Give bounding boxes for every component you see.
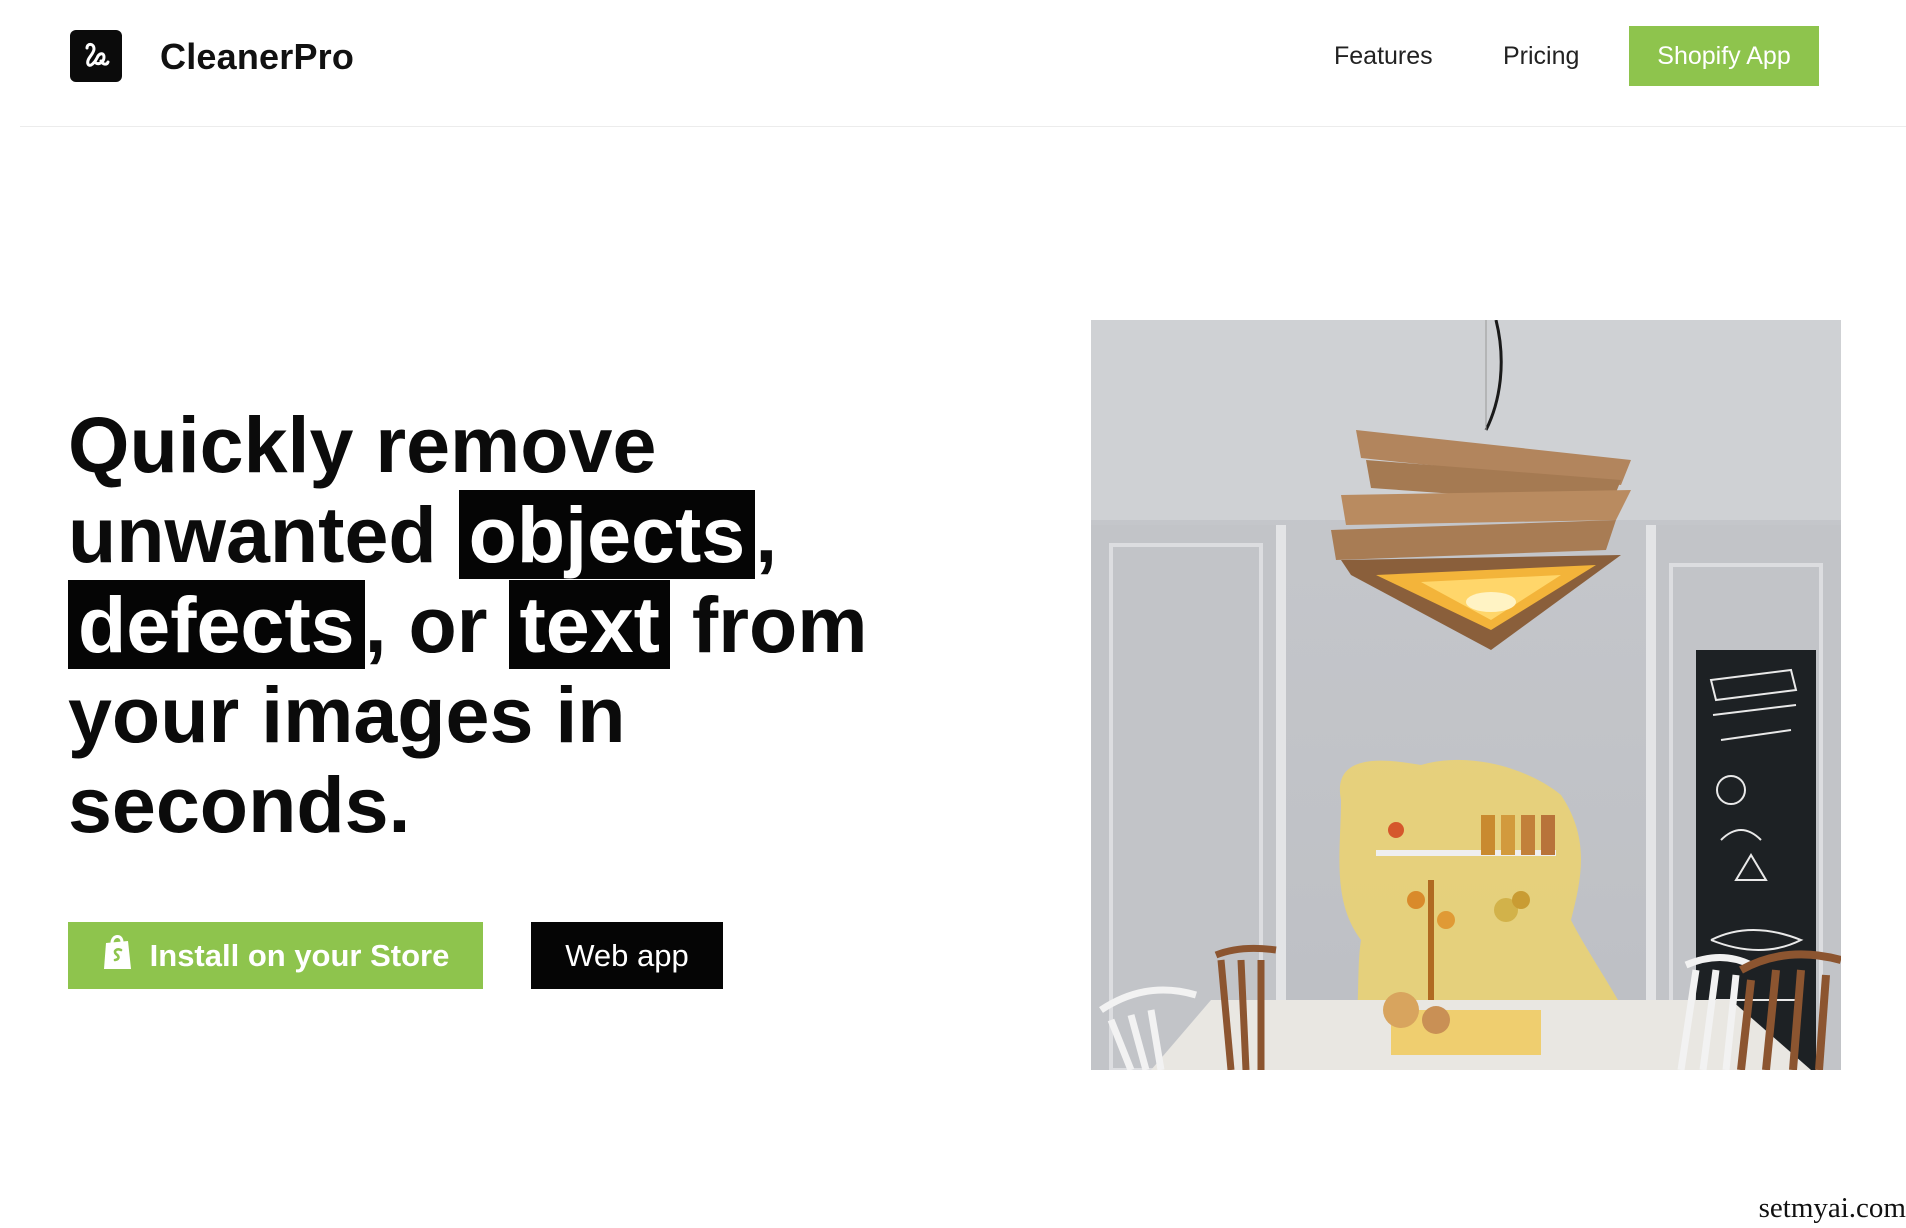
hero-image <box>1091 320 1841 1070</box>
logo-mark-icon[interactable] <box>70 30 122 82</box>
watermark: setmyai.com <box>1758 1192 1906 1224</box>
brand-name[interactable]: CleanerPro <box>160 36 354 78</box>
site-header: CleanerPro Features Pricing Shopify App <box>0 0 1906 126</box>
install-store-button[interactable]: Install on your Store <box>68 922 483 989</box>
hero-title-text: , <box>755 490 778 579</box>
highlight-text: text <box>509 580 670 669</box>
nav-pricing-link[interactable]: Pricing <box>1503 42 1579 71</box>
install-store-label: Install on your Store <box>149 937 450 973</box>
shopify-bag-icon <box>102 933 134 979</box>
dining-room-illustration <box>1091 320 1841 1070</box>
hero-title: Quickly remove unwanted objects, defects… <box>68 400 968 850</box>
header-divider <box>20 126 1906 127</box>
shopify-app-button[interactable]: Shopify App <box>1629 26 1819 86</box>
web-app-button[interactable]: Web app <box>531 922 723 989</box>
hero-title-text: , or <box>364 580 510 669</box>
highlight-defects: defects <box>68 580 365 669</box>
highlight-objects: objects <box>458 490 756 579</box>
nav-features-link[interactable]: Features <box>1334 42 1433 71</box>
